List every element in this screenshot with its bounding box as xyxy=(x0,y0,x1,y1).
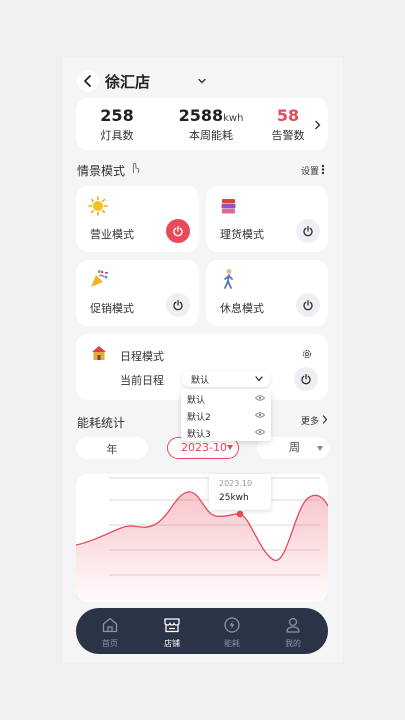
tooltip-value: 25kwh xyxy=(219,493,249,503)
stat-lamp-count: 258 灯具数 xyxy=(90,106,144,143)
nav-label: 能耗 xyxy=(224,639,240,648)
caret-down-icon xyxy=(317,446,323,451)
nav-item-home[interactable]: 首页 xyxy=(90,616,130,649)
power-toggle-on[interactable] xyxy=(166,219,190,243)
eye-icon[interactable] xyxy=(255,412,265,418)
dropdown-option[interactable]: 默认 xyxy=(181,390,271,406)
books-icon xyxy=(221,199,236,214)
year-filter-label: 年 xyxy=(106,443,118,456)
mode-label: 促销模式 xyxy=(90,302,134,315)
stat-value: 258 xyxy=(100,106,134,125)
power-toggle-off[interactable] xyxy=(166,293,190,317)
bottom-nav: 首页 店铺 能耗 我的 xyxy=(76,608,328,654)
power-icon xyxy=(303,225,313,237)
dropdown-option-label: 默认 xyxy=(187,396,206,406)
chart-tooltip: 2023.10 25kwh xyxy=(209,474,271,510)
dropdown-option[interactable]: 默认3 xyxy=(181,424,271,440)
schedule-select-value: 默认 xyxy=(191,376,210,386)
home-icon xyxy=(102,617,118,633)
chevron-down-icon xyxy=(255,376,263,382)
mode-card-rest[interactable]: 休息模式 xyxy=(206,260,328,326)
power-toggle-off[interactable] xyxy=(296,219,320,243)
walking-person-icon xyxy=(224,269,233,289)
store-name[interactable]: 徐汇店 xyxy=(105,71,150,92)
energy-section-title: 能耗统计 xyxy=(77,416,126,430)
chevron-left-icon xyxy=(84,75,91,87)
more-link[interactable]: 更多 xyxy=(301,414,319,427)
dropdown-option-label: 默认2 xyxy=(187,413,211,423)
stat-label: 灯具数 xyxy=(100,129,134,142)
stat-value: 2588 xyxy=(178,106,224,125)
month-filter-label: 2023-10 xyxy=(181,441,227,454)
eye-icon[interactable] xyxy=(255,429,265,435)
nav-item-store[interactable]: 店铺 xyxy=(152,616,192,649)
energy-line-chart xyxy=(76,477,328,602)
dropdown-option-label: 默认3 xyxy=(187,430,211,440)
stat-label: 本周能耗 xyxy=(189,129,233,142)
chevron-down-icon[interactable] xyxy=(197,76,207,86)
schedule-title: 日程模式 xyxy=(120,350,164,363)
power-toggle-off[interactable] xyxy=(294,367,318,391)
year-filter[interactable]: 年 xyxy=(76,437,148,459)
more-vertical-icon[interactable] xyxy=(321,164,325,175)
app-screen: 徐汇店 258 灯具数 2588kwh 本周能耗 58 告警数 情景模式 设置 … xyxy=(63,58,343,662)
highlight-point xyxy=(236,510,244,518)
stat-unit: kwh xyxy=(223,113,244,124)
eye-icon[interactable] xyxy=(255,395,265,401)
mode-label: 营业模式 xyxy=(90,228,134,241)
current-schedule-label: 当前日程 xyxy=(120,374,164,387)
gear-icon[interactable] xyxy=(301,348,313,360)
settings-link[interactable]: 设置 xyxy=(301,164,319,177)
stat-label: 告警数 xyxy=(271,129,305,142)
party-popper-icon xyxy=(91,269,108,287)
chevron-right-icon[interactable] xyxy=(322,415,328,424)
user-icon xyxy=(286,617,300,633)
nav-label: 我的 xyxy=(285,639,301,648)
nav-item-energy[interactable]: 能耗 xyxy=(212,616,252,649)
power-icon xyxy=(173,299,183,311)
stat-weekly-energy: 2588kwh 本周能耗 xyxy=(166,106,256,143)
schedule-dropdown-menu: 默认 默认2 默认3 xyxy=(181,389,271,441)
power-icon xyxy=(303,299,313,311)
caret-down-icon xyxy=(227,445,233,450)
area-fill xyxy=(76,491,328,602)
power-icon xyxy=(173,225,183,237)
mode-label: 理货模式 xyxy=(220,228,264,241)
power-icon xyxy=(301,373,311,385)
back-button[interactable] xyxy=(77,70,99,92)
store-icon xyxy=(164,618,180,633)
schedule-select[interactable]: 默认 xyxy=(181,371,271,387)
mode-label: 休息模式 xyxy=(220,302,264,315)
chevron-right-icon[interactable] xyxy=(314,120,322,130)
energy-chart-card xyxy=(76,474,328,602)
nav-label: 店铺 xyxy=(164,639,180,648)
mode-card-promotion[interactable]: 促销模式 xyxy=(76,260,199,326)
stat-alarms: 58 告警数 xyxy=(268,106,308,143)
mode-card-inventory[interactable]: 理货模式 xyxy=(206,186,328,252)
dropdown-option[interactable]: 默认2 xyxy=(181,407,271,423)
mode-card-business[interactable]: 营业模式 xyxy=(76,186,199,252)
stat-value: 58 xyxy=(276,106,300,125)
week-filter-label: 周 xyxy=(289,441,300,454)
tooltip-date: 2023.10 xyxy=(219,479,253,488)
hand-tap-icon xyxy=(133,162,140,174)
stats-card[interactable]: 258 灯具数 2588kwh 本周能耗 58 告警数 xyxy=(76,98,328,150)
lightning-icon xyxy=(224,617,240,633)
sun-icon xyxy=(88,196,108,216)
nav-label: 首页 xyxy=(102,639,118,648)
power-toggle-off[interactable] xyxy=(296,293,320,317)
scene-section-title: 情景模式 xyxy=(77,164,126,178)
nav-item-profile[interactable]: 我的 xyxy=(273,616,313,649)
house-icon xyxy=(92,346,106,360)
